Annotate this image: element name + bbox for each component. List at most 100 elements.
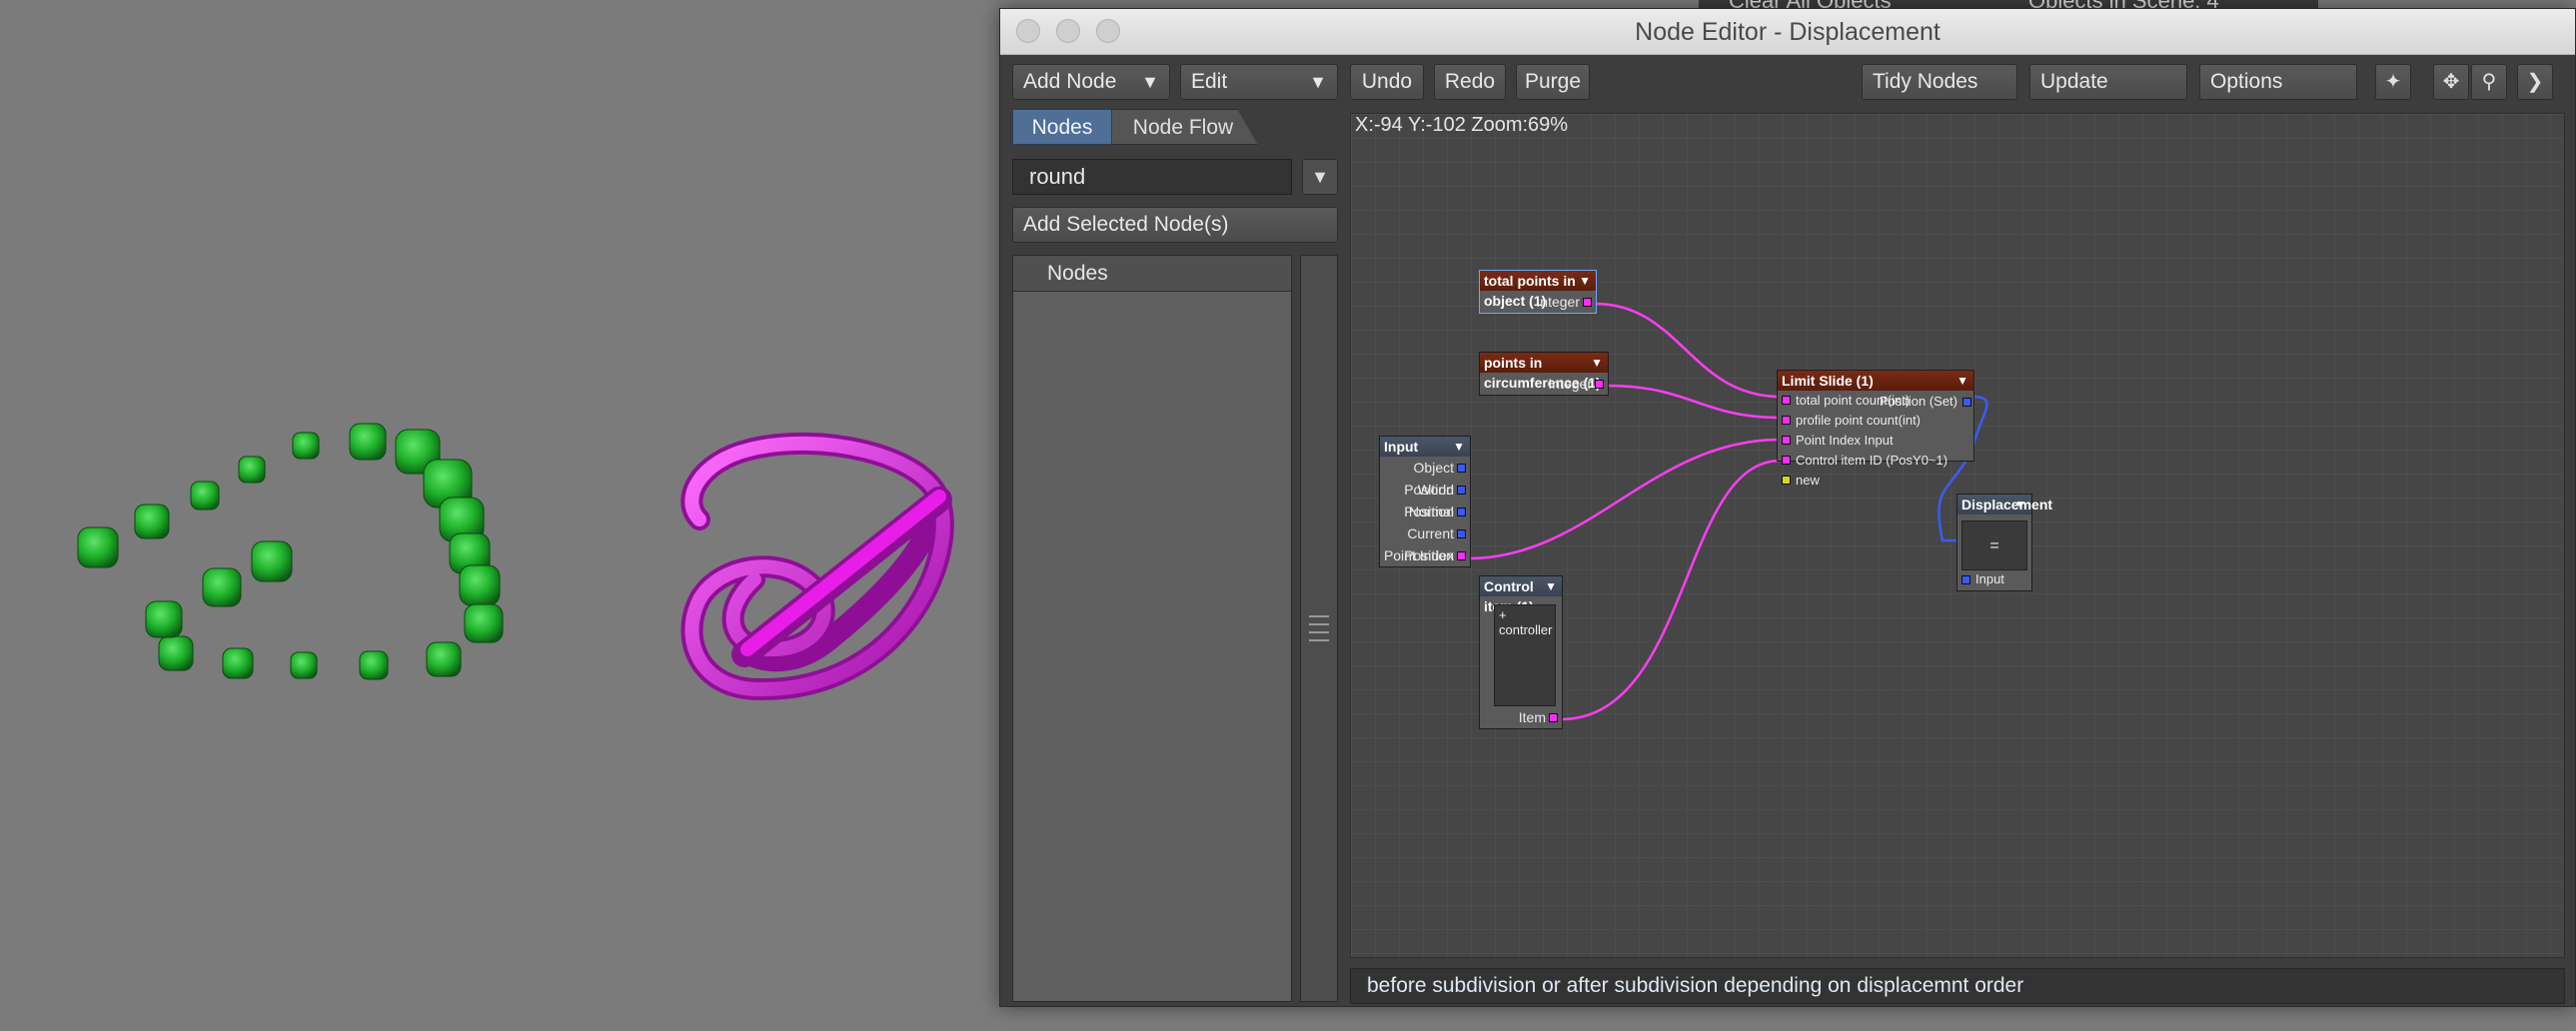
port-row: Item — [1480, 706, 1562, 728]
node-displacement[interactable]: Displacement ▼ = Input — [1956, 494, 2052, 591]
input-port[interactable] — [1782, 476, 1791, 485]
add-node-dropdown[interactable]: Add Node ▼ — [1012, 64, 1170, 100]
output-port[interactable] — [1457, 551, 1466, 560]
input-port[interactable] — [1782, 396, 1791, 405]
node-limit-slide[interactable]: Limit Slide (1) ▼ Position (Set) total p… — [1777, 370, 1974, 488]
controller-item[interactable]: controller — [1499, 622, 1552, 637]
chevron-down-icon: ▼ — [1309, 72, 1327, 92]
purge-button[interactable]: Purge — [1516, 64, 1590, 100]
node-title-text: Limit Slide (1) — [1782, 373, 1874, 389]
input-port[interactable] — [1782, 436, 1791, 445]
input-label: Control item ID (PosY0~1) — [1796, 453, 1948, 468]
output-port[interactable] — [1457, 464, 1466, 473]
controller-list[interactable]: + controller — [1494, 604, 1556, 706]
node-title[interactable]: Displacement ▼ — [1957, 495, 2052, 515]
node-search-input[interactable]: round — [1012, 159, 1292, 195]
port-row: Current Position — [1380, 522, 1470, 563]
chevron-right-icon[interactable]: ❯ — [2517, 64, 2553, 100]
chevron-down-icon[interactable]: ▼ — [1545, 576, 1557, 596]
input-label: profile point count(int) — [1796, 413, 1922, 428]
pin-icon[interactable]: ✦ — [2375, 64, 2411, 100]
node-editor-window: Node Editor - Displacement Add Node ▼ Ed… — [999, 8, 2576, 1007]
port-row: Point Index Input — [1778, 431, 1973, 451]
wire-point-index — [1467, 438, 1782, 560]
output-port[interactable] — [1457, 486, 1466, 495]
displacement-preview: = — [1961, 520, 2027, 570]
output-label: Point Index — [1383, 547, 1454, 563]
chevron-down-icon[interactable]: ▼ — [1579, 271, 1591, 291]
wire-control-item — [1560, 459, 1782, 721]
nodes-list[interactable]: Nodes — [1012, 255, 1292, 1002]
green-cube — [77, 526, 119, 568]
node-canvas[interactable]: X:-94 Y:-102 Zoom:69% total points in ob… — [1350, 113, 2565, 958]
input-port[interactable] — [1961, 575, 1970, 584]
chevron-down-icon[interactable]: ▼ — [2014, 495, 2026, 515]
output-port[interactable] — [1457, 508, 1466, 516]
node-points-in-circumference[interactable]: points in circumference (1) ▼ Integer — [1479, 352, 1609, 396]
tab-node-flow[interactable]: Node Flow — [1108, 109, 1258, 145]
node-title[interactable]: Control item (1) ▼ — [1480, 576, 1562, 614]
undo-button[interactable]: Undo — [1350, 64, 1424, 100]
plus-icon[interactable]: + — [1499, 607, 1507, 622]
port-row: Normal — [1380, 501, 1470, 522]
chevron-down-icon[interactable]: ▼ — [1956, 371, 1968, 391]
3d-viewport[interactable] — [0, 0, 999, 1031]
output-port[interactable] — [1595, 380, 1604, 389]
add-selected-nodes-button[interactable]: Add Selected Node(s) — [1012, 207, 1338, 243]
green-cube — [190, 481, 220, 511]
node-title[interactable]: total points in object (1) ▼ — [1480, 271, 1596, 309]
move-icon[interactable]: ✥ — [2433, 64, 2469, 100]
window-title: Node Editor - Displacement — [1635, 18, 1940, 46]
port-row: Control item ID (PosY0~1) — [1778, 451, 1973, 471]
chevron-down-icon[interactable]: ▼ — [1591, 353, 1603, 373]
output-port[interactable] — [1457, 529, 1466, 538]
edit-dropdown[interactable]: Edit ▼ — [1180, 64, 1338, 100]
node-title[interactable]: points in circumference (1) ▼ — [1480, 353, 1608, 391]
green-cube — [251, 540, 293, 582]
green-cube — [158, 635, 194, 671]
input-port[interactable] — [1782, 456, 1791, 465]
wire-total-points — [1594, 302, 1782, 399]
green-cube — [464, 603, 504, 643]
tab-nodes[interactable]: Nodes — [1012, 109, 1112, 145]
title-bar[interactable]: Node Editor - Displacement — [1000, 9, 2575, 55]
output-label: Integer — [1548, 376, 1592, 392]
green-cube — [349, 423, 387, 461]
redo-button[interactable]: Redo — [1434, 64, 1506, 100]
options-button[interactable]: Options — [2199, 64, 2357, 100]
output-label: Normal — [1408, 504, 1454, 519]
node-title[interactable]: Input ▼ — [1380, 437, 1470, 457]
port-row: Point Index — [1380, 544, 1470, 566]
node-title-text: Input — [1384, 439, 1419, 455]
green-cube — [459, 564, 501, 606]
output-port[interactable] — [1549, 713, 1558, 722]
port-row: profile point count(int) — [1778, 411, 1973, 431]
background-window-strip: Clear All Objects Objects in Scene: 4 — [1699, 0, 2318, 13]
port-row: World Position — [1380, 479, 1470, 519]
output-label: Integer — [1536, 294, 1580, 310]
input-label: Input — [1975, 571, 2004, 586]
nodes-list-header: Nodes — [1013, 256, 1291, 292]
chevron-down-icon[interactable]: ▼ — [1302, 159, 1338, 195]
green-cube — [292, 432, 320, 460]
grip-icon[interactable] — [1309, 615, 1329, 647]
input-label: total point count(int) — [1796, 393, 1911, 408]
edit-label: Edit — [1191, 70, 1228, 93]
green-cube — [359, 650, 389, 680]
status-bar: before subdivision or after subdivision … — [1350, 968, 2565, 1004]
list-scrollbar[interactable] — [1300, 255, 1338, 1002]
output-port[interactable] — [1583, 298, 1592, 307]
node-title[interactable]: Limit Slide (1) ▼ — [1778, 371, 1973, 391]
tidy-nodes-button[interactable]: Tidy Nodes — [1862, 64, 2017, 100]
green-cube — [145, 600, 183, 638]
input-port[interactable] — [1782, 416, 1791, 425]
zoom-icon[interactable]: ⚲ — [2471, 64, 2507, 100]
node-input[interactable]: Input ▼ Object Position World Position N… — [1379, 436, 1471, 567]
update-button[interactable]: Update — [2029, 64, 2187, 100]
node-total-points-in-object[interactable]: total points in object (1) ▼ Integer — [1479, 270, 1597, 314]
green-cube-points — [77, 423, 504, 680]
port-row: Input — [1957, 568, 2031, 590]
node-control-item[interactable]: Control item (1) ▼ + controller Item — [1479, 575, 1563, 729]
green-cube — [238, 456, 266, 484]
chevron-down-icon[interactable]: ▼ — [1453, 437, 1465, 457]
